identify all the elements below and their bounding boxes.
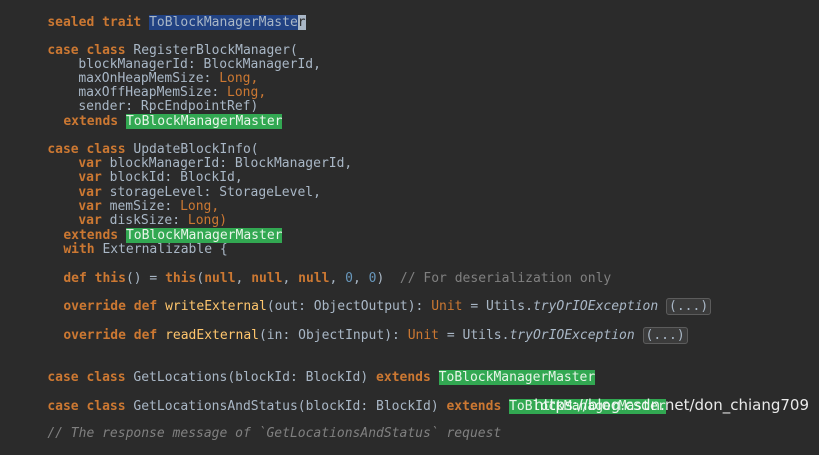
keyword: with — [63, 242, 103, 257]
code-line-11[interactable]: var storageLevel: StorageLevel, — [47, 172, 321, 200]
folded-code-button[interactable]: (...) — [642, 327, 688, 344]
code-text: GetLocationsAndStatus(blockId: BlockId) — [133, 399, 447, 414]
code-text: , — [282, 271, 299, 286]
code-line-16[interactable]: def this() = this(null, null, null, 0, 0… — [32, 258, 611, 286]
code-line-9[interactable]: var blockManagerId: BlockManagerId, — [47, 143, 352, 171]
folded-code-button[interactable]: (...) — [666, 298, 712, 315]
code-text: = Utils. — [462, 299, 533, 314]
type-name: Unit — [407, 328, 440, 343]
code-text: Externalizable { — [102, 242, 228, 257]
keyword: def — [63, 271, 95, 286]
code-line-7[interactable]: extends ToBlockManagerMaster — [32, 101, 283, 129]
method-name: readExternal — [165, 328, 259, 343]
code-text: (in: ObjectInput): — [258, 328, 408, 343]
text-caret: r — [297, 15, 306, 30]
code-text: , — [329, 271, 346, 286]
number-literal: 0 — [345, 271, 353, 286]
code-line-1[interactable]: sealed trait ToBlockManagerMaster — [16, 2, 306, 30]
code-text: ) — [376, 271, 400, 286]
code-line-15[interactable]: with Externalizable { — [32, 229, 227, 257]
code-line-14[interactable]: extends ToBlockManagerMaster — [32, 215, 283, 243]
keyword: this — [94, 271, 126, 286]
code-line-21[interactable]: // The response message of `GetLocations… — [16, 413, 501, 441]
method-call: tryOrIOException — [509, 328, 635, 343]
highlighted-usage: ToBlockManagerMaster — [438, 370, 596, 385]
code-line-2[interactable]: case class RegisterBlockManager( — [16, 30, 297, 58]
method-name: writeExternal — [165, 299, 267, 314]
code-text: , — [352, 271, 369, 286]
keyword: extends — [446, 399, 510, 414]
code-line-3[interactable]: blockManagerId: BlockManagerId, — [47, 44, 321, 72]
keyword: case class — [47, 370, 134, 385]
method-call: tryOrIOException — [532, 299, 659, 314]
code-line-17[interactable]: override def writeExternal(out: ObjectOu… — [32, 286, 712, 315]
code-text: () = — [125, 271, 166, 286]
code-line-13[interactable]: var diskSize: Long) — [47, 200, 227, 228]
code-text: GetLocations(blockId: BlockId) — [133, 370, 377, 385]
keyword: override def — [63, 328, 166, 343]
null-literal: null — [251, 271, 283, 286]
watermark: https://blog.csdn.net/don_chiang709 — [534, 396, 809, 414]
code-line-8[interactable]: case class UpdateBlockInfo( — [16, 129, 258, 157]
code-line-12[interactable]: var memSize: Long, — [47, 186, 219, 214]
null-literal: null — [298, 271, 330, 286]
code-text: , — [235, 271, 252, 286]
code-line-5[interactable]: maxOffHeapMemSize: Long, — [47, 72, 266, 100]
code-text: = Utils. — [439, 328, 510, 343]
highlighted-usage: ToBlockManagerMaster — [125, 114, 283, 129]
keyword: this — [165, 271, 197, 286]
keyword: case class — [47, 399, 134, 414]
keyword: extends — [376, 370, 439, 385]
null-literal: null — [204, 271, 236, 286]
type-name: Unit — [431, 299, 463, 314]
code-line-19[interactable]: case class GetLocations(blockId: BlockId… — [16, 357, 596, 385]
keyword: extends — [63, 114, 126, 129]
code-editor[interactable]: sealed trait ToBlockManagerMaster case c… — [0, 0, 819, 441]
code-line-18[interactable]: override def readExternal(in: ObjectInpu… — [32, 315, 688, 344]
code-text: (out: ObjectOutput): — [266, 299, 432, 314]
keyword: sealed trait — [47, 15, 150, 30]
code-line-4[interactable]: maxOnHeapMemSize: Long, — [47, 58, 258, 86]
code-line-10[interactable]: var blockId: BlockId, — [47, 157, 242, 185]
code-comment: // The response message of `GetLocations… — [47, 426, 502, 441]
code-comment: // For deserialization only — [399, 271, 612, 286]
trait-name-selected: ToBlockManagerMaste — [149, 15, 298, 30]
keyword: override def — [63, 299, 166, 314]
code-line-6[interactable]: sender: RpcEndpointRef) — [47, 86, 258, 114]
